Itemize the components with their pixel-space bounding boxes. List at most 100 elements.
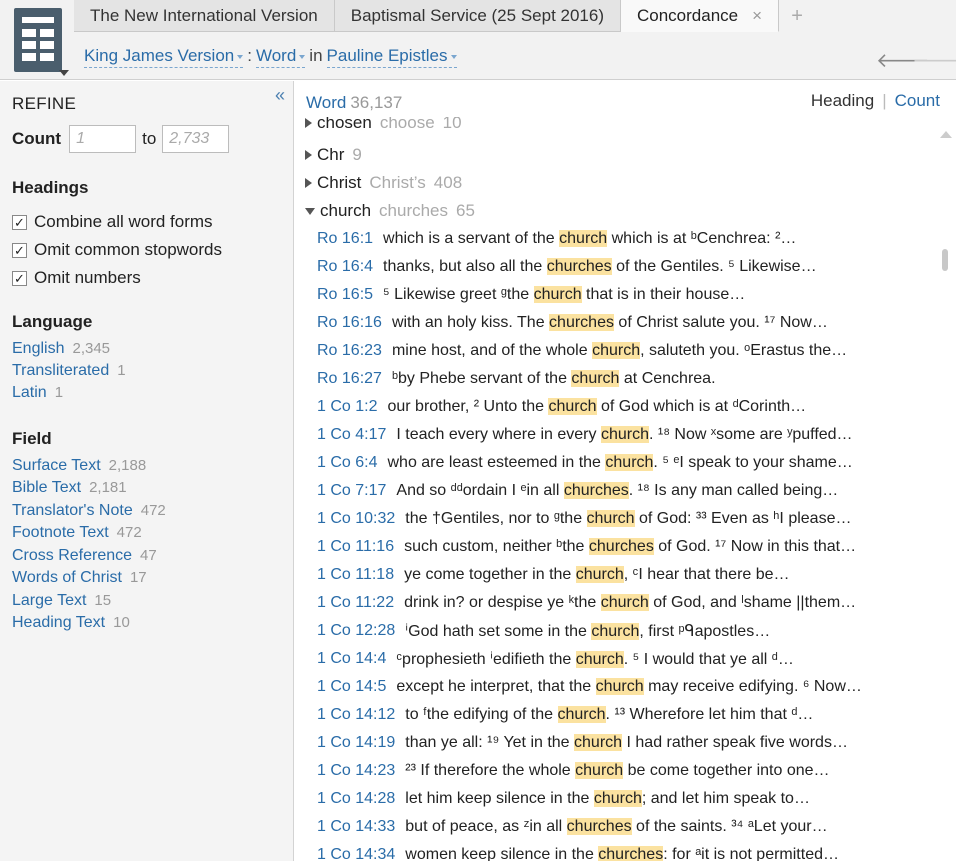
field-facet-cross-reference[interactable]: Cross Reference 47	[12, 547, 157, 565]
app-logo-icon[interactable]	[14, 8, 62, 72]
combine-word-forms-option[interactable]: ✓ Combine all word forms	[12, 212, 213, 232]
verse-reference-link[interactable]: 1 Co 12:28	[317, 622, 395, 640]
verse-reference-link[interactable]: 1 Co 14:23	[317, 762, 395, 780]
expand-triangle-icon[interactable]	[305, 118, 312, 128]
field-facet-heading-text[interactable]: Heading Text 10	[12, 614, 130, 632]
breadcrumb: King James Version : Word in Pauline Epi…	[84, 46, 457, 68]
verse-reference-link[interactable]: 1 Co 11:18	[317, 566, 394, 584]
field-facet-large-text[interactable]: Large Text 15	[12, 592, 111, 610]
reference-row[interactable]: 1 Co 14:5 except he interpret, that the c…	[317, 673, 862, 701]
tab-niv[interactable]: The New International Version	[74, 0, 335, 32]
field-facet-bible-text[interactable]: Bible Text 2,181	[12, 479, 127, 497]
language-facet-transliterated[interactable]: Transliterated 1	[12, 362, 126, 380]
reference-row[interactable]: 1 Co 14:33 but of peace, as ᶻin all churc…	[317, 813, 828, 841]
word-count: 408	[433, 173, 463, 192]
field-facet-translators-note[interactable]: Translator's Note 472	[12, 502, 166, 520]
expand-triangle-icon[interactable]	[305, 150, 312, 160]
word-row-church[interactable]: church churches 65	[305, 197, 475, 225]
context-before: thanks, but also all the	[383, 258, 547, 275]
collapse-triangle-icon[interactable]	[305, 207, 315, 215]
verse-reference-link[interactable]: Ro 16:1	[317, 230, 373, 248]
reference-row[interactable]: 1 Co 14:12 to ᶠthe edifying of the church…	[317, 701, 813, 729]
forward-arrow-icon[interactable]: 🡒	[912, 48, 956, 73]
reference-row[interactable]: 1 Co 11:18 ye come together in the church…	[317, 561, 790, 589]
count-to-input[interactable]	[162, 125, 230, 153]
view-count-button[interactable]: Count	[895, 91, 940, 110]
reference-row[interactable]: 1 Co 12:28 ⁱGod hath set some in the chur…	[317, 617, 770, 645]
reference-row[interactable]: 1 Co 10:32 the †Gentiles, nor to ᵍthe chu…	[317, 505, 851, 533]
reference-row[interactable]: Ro 16:23 mine host, and of the whole chur…	[317, 337, 847, 365]
type-selector[interactable]: Word	[255, 46, 306, 68]
reference-row[interactable]: Ro 16:27 ᵇby Phebe servant of the church …	[317, 365, 716, 393]
verse-reference-link[interactable]: 1 Co 14:33	[317, 818, 395, 836]
reference-row[interactable]: 1 Co 4:17 I teach every where in every ch…	[317, 421, 853, 449]
verse-reference-link[interactable]: 1 Co 14:28	[317, 790, 395, 808]
reference-row[interactable]: Ro 16:16 with an holy kiss. The churches …	[317, 309, 828, 337]
count-from-input[interactable]	[69, 125, 137, 153]
verse-reference-link[interactable]: 1 Co 1:2	[317, 398, 377, 416]
reference-row[interactable]: 1 Co 14:19 than ye all: ¹⁹ Yet in the chu…	[317, 729, 848, 757]
field-facet-words-of-christ[interactable]: Words of Christ 17	[12, 569, 147, 587]
tab-concordance[interactable]: Concordance ×	[621, 0, 780, 32]
reference-row[interactable]: 1 Co 11:16 such custom, neither ᵇthe chur…	[317, 533, 856, 561]
word-row-chr[interactable]: Chr 9	[305, 141, 362, 169]
scroll-thumb[interactable]	[942, 249, 948, 271]
context-before: women keep silence in the	[405, 846, 599, 861]
add-tab-button[interactable]: +	[779, 0, 815, 32]
facet-count: 15	[94, 592, 112, 609]
scope-selector[interactable]: Pauline Epistles	[326, 46, 457, 68]
verse-reference-link[interactable]: 1 Co 6:4	[317, 454, 377, 472]
app-menu-caret-icon[interactable]	[59, 70, 69, 76]
tab-baptismal-service[interactable]: Baptismal Service (25 Sept 2016)	[334, 0, 621, 32]
verse-reference-link[interactable]: 1 Co 14:4	[317, 650, 386, 668]
reference-row[interactable]: Ro 16:5 ⁵ Likewise greet ᵍthe church that…	[317, 281, 745, 309]
reference-row[interactable]: Ro 16:1 which is a servant of the church …	[317, 225, 796, 253]
verse-reference-link[interactable]: 1 Co 10:32	[317, 510, 395, 528]
results-scrollbar[interactable]	[936, 127, 956, 861]
checkbox[interactable]: ✓	[12, 214, 27, 230]
omit-stopwords-option[interactable]: ✓ Omit common stopwords	[12, 240, 222, 260]
verse-reference-link[interactable]: Ro 16:27	[317, 370, 382, 388]
checkbox[interactable]: ✓	[12, 270, 27, 286]
field-facet-surface-text[interactable]: Surface Text 2,188	[12, 457, 146, 475]
verse-reference-link[interactable]: 1 Co 14:5	[317, 678, 386, 696]
verse-context: who are least esteemed in the church. ⁵ …	[387, 454, 853, 472]
verse-reference-link[interactable]: 1 Co 14:12	[317, 706, 395, 724]
chevron-down-icon	[237, 54, 244, 59]
reference-row[interactable]: 1 Co 1:2 our brother, ² Unto the church o…	[317, 393, 806, 421]
reference-row[interactable]: 1 Co 7:17 And so ᵈᵈordain I ᵉin all churc…	[317, 477, 838, 505]
close-icon[interactable]: ×	[752, 6, 762, 26]
reference-row[interactable]: 1 Co 6:4 who are least esteemed in the ch…	[317, 449, 853, 477]
word-row-christ[interactable]: Christ Christ’s 408	[305, 169, 462, 197]
reference-row[interactable]: Ro 16:4 thanks, but also all the churches…	[317, 253, 817, 281]
checkbox[interactable]: ✓	[12, 242, 27, 258]
reference-row[interactable]: 1 Co 11:22 drink in? or despise ye ᵏthe c…	[317, 589, 856, 617]
version-selector[interactable]: King James Version	[84, 46, 244, 68]
field-facet-footnote-text[interactable]: Footnote Text 472	[12, 524, 142, 542]
language-facet-latin[interactable]: Latin 1	[12, 384, 63, 402]
collapse-panel-icon[interactable]: «	[275, 85, 285, 106]
verse-reference-link[interactable]: 1 Co 11:16	[317, 538, 394, 556]
verse-reference-link[interactable]: 1 Co 4:17	[317, 426, 386, 444]
reference-row[interactable]: 1 Co 14:23 ²³ If therefore the whole chur…	[317, 757, 830, 785]
verse-reference-link[interactable]: 1 Co 7:17	[317, 482, 386, 500]
verse-reference-link[interactable]: Ro 16:5	[317, 286, 373, 304]
verse-context: ²³ If therefore the whole church be come…	[405, 762, 830, 780]
verse-reference-link[interactable]: Ro 16:4	[317, 258, 373, 276]
reference-row[interactable]: 1 Co 14:34 women keep silence in the chur…	[317, 841, 839, 861]
expand-triangle-icon[interactable]	[305, 178, 312, 188]
verse-reference-link[interactable]: Ro 16:23	[317, 342, 382, 360]
context-before: ⁵ Likewise greet ᵍthe	[383, 286, 534, 303]
view-heading-button[interactable]: Heading	[811, 91, 874, 110]
word-row-chosen[interactable]: chosen choose 10	[305, 117, 462, 137]
language-facet-english[interactable]: English 2,345	[12, 340, 110, 358]
reference-row[interactable]: 1 Co 14:4 ᶜprophesieth ⁱedifieth the chur…	[317, 645, 794, 673]
results-type-label[interactable]: Word	[306, 93, 346, 112]
verse-reference-link[interactable]: 1 Co 14:34	[317, 846, 395, 861]
verse-reference-link[interactable]: 1 Co 11:22	[317, 594, 394, 612]
reference-row[interactable]: 1 Co 14:28 let him keep silence in the ch…	[317, 785, 810, 813]
verse-reference-link[interactable]: Ro 16:16	[317, 314, 382, 332]
scroll-up-icon[interactable]	[940, 131, 952, 138]
verse-reference-link[interactable]: 1 Co 14:19	[317, 734, 395, 752]
omit-numbers-option[interactable]: ✓ Omit numbers	[12, 268, 141, 288]
